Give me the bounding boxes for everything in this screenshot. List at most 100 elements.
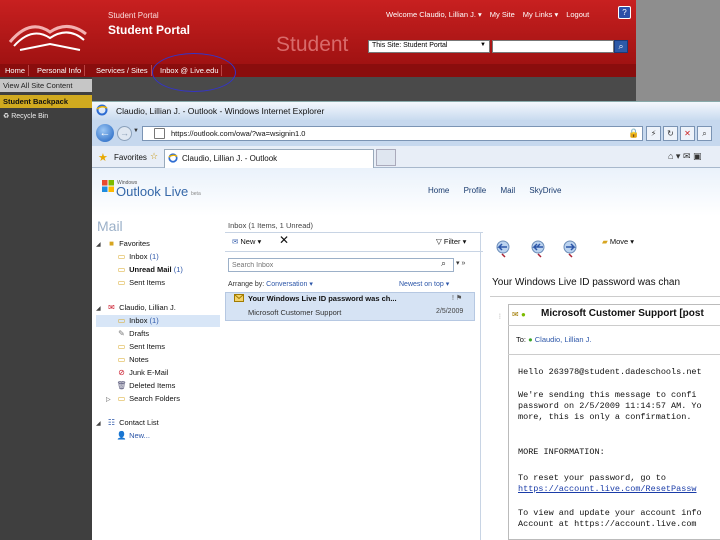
folder-label: Deleted Items — [129, 381, 176, 390]
my-links-menu[interactable]: My Links ▾ — [523, 10, 558, 19]
add-favorite-icon[interactable]: ☆ — [150, 151, 158, 162]
sender-name[interactable]: Microsoft Customer Support [post — [541, 308, 704, 319]
forward-arrow-icon[interactable]: → — [117, 126, 132, 141]
filter-label: Filter ▾ — [443, 237, 467, 246]
nav-profile[interactable]: Profile — [464, 186, 487, 195]
delete-icon[interactable]: ✕ — [279, 233, 289, 247]
forward-icon[interactable] — [561, 238, 581, 258]
nav-home[interactable]: Home — [2, 65, 30, 76]
compatibility-icon[interactable]: ⚡ — [646, 126, 661, 141]
search-folder-icon: ▭ — [117, 265, 126, 274]
collapse-icon[interactable]: ◢ — [96, 303, 106, 315]
folder-favorites[interactable]: ◢ ■ Favorites — [96, 238, 220, 250]
folder-fav-inbox[interactable]: ▭ Inbox (1) — [96, 251, 220, 263]
pane-divider — [480, 232, 481, 540]
nav-home[interactable]: Home — [428, 186, 449, 195]
new-contact-link[interactable]: 👤 New... — [96, 430, 220, 442]
outlook-live-logo[interactable]: Outlook Live — [116, 184, 188, 199]
view-all-content-link[interactable]: View All Site Content — [0, 79, 92, 92]
command-bar-icons[interactable]: ⌂ ▾ ✉ ▣ — [668, 151, 718, 163]
refresh-icon[interactable]: ↻ — [663, 126, 678, 141]
folder-fav-sent[interactable]: ▭ Sent Items — [96, 277, 220, 289]
reset-password-link[interactable]: https://account.live.com/ResetPassw — [518, 484, 697, 495]
search-icon[interactable]: ⌕ — [441, 258, 446, 269]
folder-inbox[interactable]: ▭ Inbox (1) — [96, 315, 220, 327]
folder-notes[interactable]: ▭ Notes — [96, 354, 220, 366]
recycle-bin-link[interactable]: ♻ Recycle Bin — [0, 111, 92, 122]
nav-skydrive[interactable]: SkyDrive — [529, 186, 561, 195]
arrange-by[interactable]: Arrange by: Conversation ▾ — [228, 280, 313, 288]
move-folder-icon: ▰ — [602, 237, 610, 246]
collapse-icon[interactable]: ◢ — [96, 418, 106, 430]
nav-services-sites[interactable]: Services / Sites — [93, 65, 152, 76]
student-backpack-link[interactable]: Student Backpack — [0, 95, 92, 108]
folder-label: Sent Items — [129, 342, 165, 351]
body-line: To reset your password, go to — [518, 473, 666, 483]
reply-all-icon[interactable] — [528, 238, 548, 258]
help-button[interactable]: ? — [618, 6, 631, 19]
site-search-input[interactable] — [492, 40, 614, 53]
favorites-star-icon[interactable]: ★ — [98, 151, 108, 164]
folder-icon: ■ — [109, 239, 114, 248]
address-buttons: ⚡ ↻ ✕ ⌕ — [646, 126, 716, 141]
new-tab-button[interactable] — [376, 149, 396, 166]
presence-icon: ● — [528, 335, 533, 344]
folder-label: Inbox — [129, 316, 148, 325]
arrange-value: Conversation ▾ — [266, 281, 313, 288]
beta-label: beta — [191, 191, 201, 197]
folder-label: Search Folders — [129, 394, 180, 403]
move-button[interactable]: ▰ Move ▾ — [602, 237, 634, 246]
folder-search-folders[interactable]: ▷ ▭ Search Folders — [96, 393, 220, 405]
portal-watermark: Student — [276, 33, 349, 56]
outlook-top-nav: Home Profile Mail SkyDrive — [428, 186, 573, 195]
folder-contacts[interactable]: ◢ ☷ Contact List — [96, 417, 220, 429]
folder-label: Favorites — [119, 239, 150, 248]
expand-icon[interactable]: ▷ — [106, 394, 116, 406]
back-arrow-icon[interactable]: ← — [96, 124, 114, 142]
tab-outlook[interactable]: Claudio, Lillian J. - Outlook — [164, 149, 374, 168]
pane-splitter-grip[interactable]: ⋮ — [497, 313, 503, 320]
divider — [490, 296, 720, 297]
sent-icon: ▭ — [117, 278, 126, 287]
filter-button[interactable]: ▽ Filter ▾ — [436, 237, 466, 246]
recipient-name[interactable]: Claudio, Lillian J. — [535, 335, 592, 344]
folder-sent-items[interactable]: ▭ Sent Items — [96, 341, 220, 353]
folder-unread-mail[interactable]: ▭ Unread Mail (1) — [96, 264, 220, 276]
search-icon[interactable]: ⌕ — [614, 40, 628, 53]
welcome-menu[interactable]: Welcome Claudio, Lillian J. ▾ — [386, 10, 482, 19]
body-line: Account at https://account.live.com — [518, 519, 697, 529]
reply-icon[interactable] — [494, 238, 514, 258]
portal-title: Student Portal — [108, 23, 191, 37]
book-logo-icon — [8, 25, 87, 51]
divider — [508, 354, 720, 355]
message-date: 2/5/2009 — [436, 308, 464, 315]
nav-mail[interactable]: Mail — [501, 186, 516, 195]
sort-order[interactable]: Newest on top ▾ — [399, 280, 449, 288]
history-dropdown-icon[interactable]: ▼ — [133, 128, 141, 138]
folder-drafts[interactable]: ✎ Drafts — [96, 328, 220, 340]
search-inbox-input[interactable] — [228, 258, 454, 272]
collapse-icon[interactable]: ◢ — [96, 239, 106, 251]
logout-link[interactable]: Logout — [566, 10, 589, 19]
lock-icon[interactable]: 🔒 — [628, 128, 639, 139]
portal-left-pane — [0, 77, 92, 540]
flag-icon[interactable]: ! ⚑ — [452, 294, 462, 302]
site-scope-select[interactable]: This Site: Student Portal ▼ — [368, 40, 490, 53]
new-message-button[interactable]: ✉ New ▾ — [232, 237, 261, 246]
search-engine-icon[interactable]: ⌕ — [697, 126, 712, 141]
folder-junk[interactable]: ⊘ Junk E-Mail — [96, 367, 220, 379]
nav-personal-info[interactable]: Personal Info — [34, 65, 86, 76]
search-options-icon[interactable]: ▾ » — [456, 259, 465, 267]
folder-label: Notes — [129, 355, 149, 364]
folder-account[interactable]: ◢ ✉ Claudio, Lillian J. — [96, 302, 220, 314]
windows-flag-icon — [102, 180, 114, 192]
folder-label: Drafts — [129, 329, 150, 338]
recycle-bin-label: Recycle Bin — [11, 113, 49, 120]
folder-deleted[interactable]: 🗑 Deleted Items — [96, 380, 220, 392]
drafts-icon: ✎ — [118, 329, 125, 338]
address-bar[interactable]: https://outlook.com/owa/?wa=wsignin1.0 — [142, 126, 643, 141]
favorites-button[interactable]: Favorites — [114, 153, 147, 162]
my-site-link[interactable]: My Site — [490, 10, 515, 19]
stop-icon[interactable]: ✕ — [680, 126, 695, 141]
sender-status-icon: ✉ ● — [512, 310, 526, 319]
